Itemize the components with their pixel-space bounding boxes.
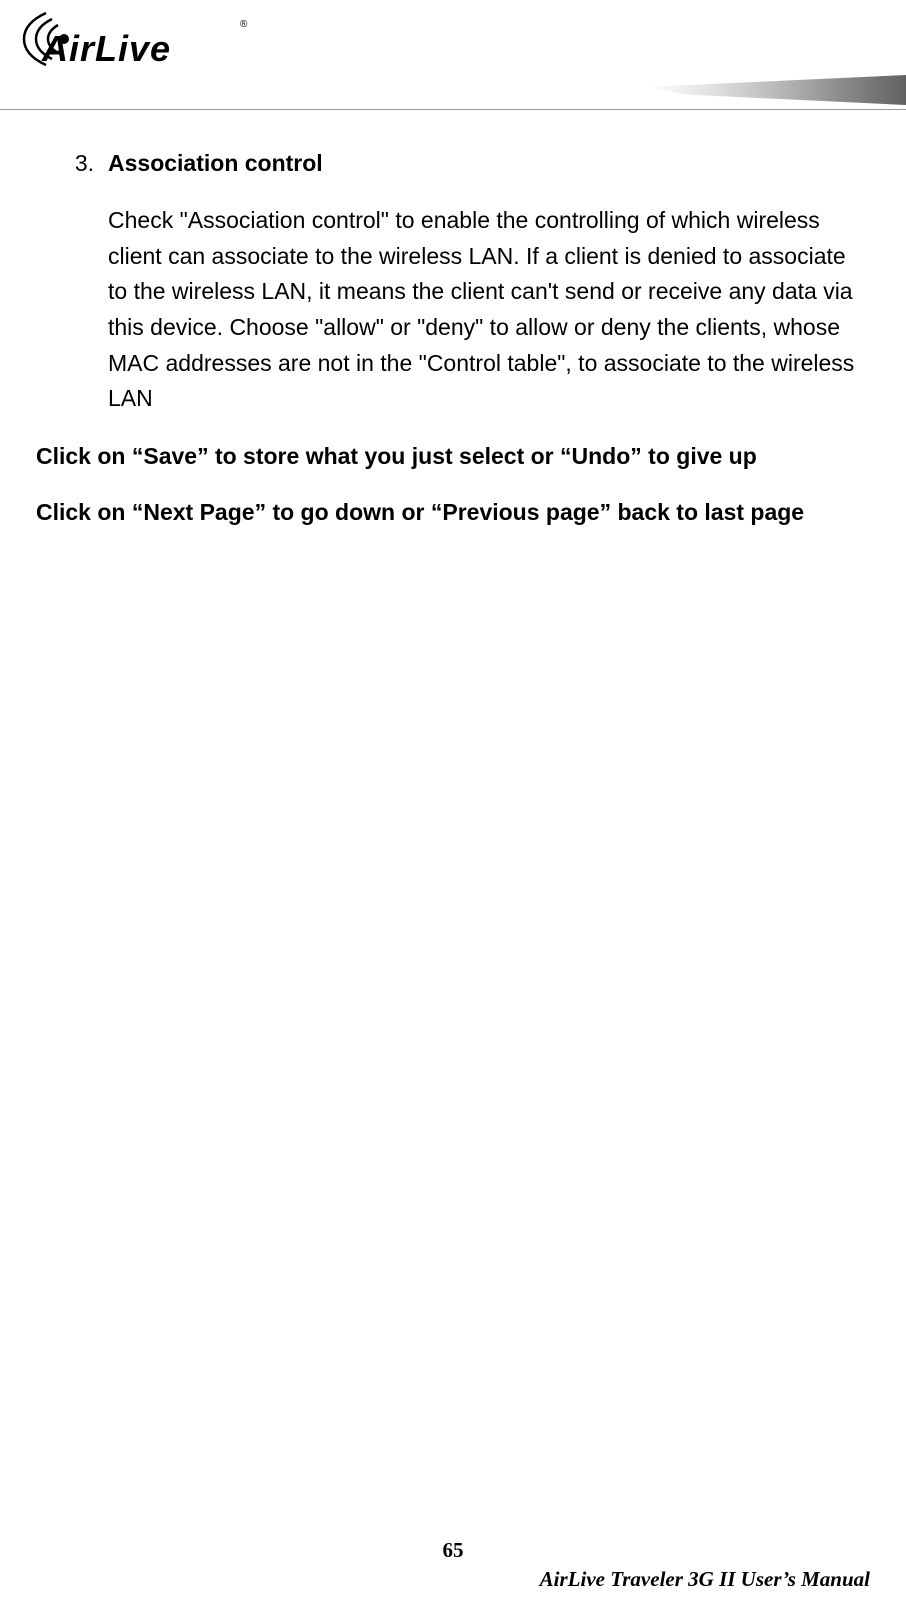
numbered-item: 3. Association control Check "Associatio… bbox=[36, 150, 870, 417]
page-content: 3. Association control Check "Associatio… bbox=[0, 110, 906, 530]
svg-text:AirLive: AirLive bbox=[41, 28, 171, 69]
footer-document-title: AirLive Traveler 3G II User’s Manual bbox=[36, 1567, 870, 1592]
item-body: Association control Check "Association c… bbox=[108, 150, 870, 417]
item-number: 3. bbox=[36, 150, 108, 417]
svg-text:®: ® bbox=[240, 19, 248, 30]
header-accent bbox=[646, 75, 906, 105]
item-text: Check "Association control" to enable th… bbox=[108, 203, 870, 417]
page-number: 65 bbox=[36, 1538, 870, 1563]
airlive-logo: AirLive ® bbox=[18, 5, 248, 78]
airlive-logo-icon: AirLive ® bbox=[18, 5, 248, 73]
instruction-save-undo: Click on “Save” to store what you just s… bbox=[36, 439, 870, 474]
item-title: Association control bbox=[108, 150, 870, 177]
page-header: AirLive ® bbox=[0, 0, 906, 110]
page-footer: 65 AirLive Traveler 3G II User’s Manual bbox=[0, 1538, 906, 1598]
instruction-pagination: Click on “Next Page” to go down or “Prev… bbox=[36, 495, 870, 530]
